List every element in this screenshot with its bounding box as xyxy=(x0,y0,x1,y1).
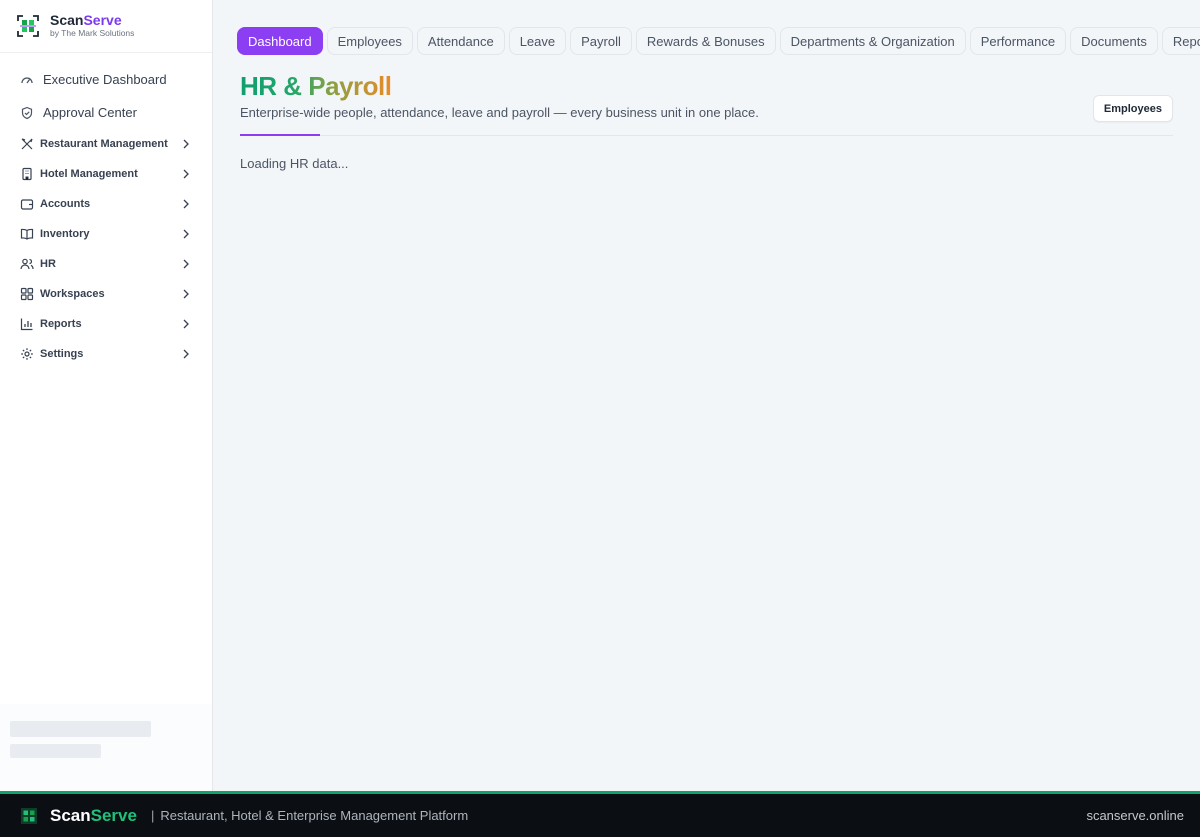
loading-text: Loading HR data... xyxy=(240,156,349,171)
grid-icon xyxy=(20,287,34,301)
footer-brand-name: ScanServe xyxy=(50,805,137,825)
tab-documents[interactable]: Documents xyxy=(1070,27,1158,55)
sidebar-item-approval-center[interactable]: Approval Center xyxy=(0,96,212,129)
sidebar-group-label: Settings xyxy=(40,348,84,360)
brand-name: ScanServe xyxy=(50,12,122,28)
shield-check-icon xyxy=(20,106,34,120)
header-divider xyxy=(240,135,1173,136)
footer-tagline: Restaurant, Hotel & Enterprise Managemen… xyxy=(160,808,469,823)
tab-departments-organization[interactable]: Departments & Organization xyxy=(779,27,966,55)
sidebar-group-label: Accounts xyxy=(40,198,91,210)
chevron-right-icon xyxy=(182,289,190,299)
sidebar-group-reports[interactable]: Reports xyxy=(0,309,212,339)
page-subtitle: Enterprise-wide people, attendance, leav… xyxy=(240,105,759,120)
tab-dashboard[interactable]: Dashboard xyxy=(237,27,323,55)
tab-leave[interactable]: Leave xyxy=(508,27,567,55)
sidebar-group-hr[interactable]: HR xyxy=(0,249,212,279)
main-content: Dashboard Employees Attendance Leave Pay… xyxy=(214,0,1200,791)
tab-rewards-bonuses[interactable]: Rewards & Bonuses xyxy=(635,27,776,55)
skeleton-line xyxy=(10,744,101,758)
footer-domain-link[interactable]: scanserve.online xyxy=(1086,808,1184,823)
sidebar-nav: Executive Dashboard Approval Center Rest… xyxy=(0,53,212,369)
module-tabs: Dashboard Employees Attendance Leave Pay… xyxy=(237,27,1200,55)
users-icon xyxy=(20,257,34,271)
sidebar-item-label: Approval Center xyxy=(43,105,137,120)
skeleton-line xyxy=(10,721,151,737)
chevron-right-icon xyxy=(182,229,190,239)
chevron-right-icon xyxy=(182,259,190,269)
building-icon xyxy=(20,167,34,181)
sidebar: ScanServe by The Mark Solutions Executiv… xyxy=(0,0,213,791)
bar-chart-icon xyxy=(20,317,34,331)
employees-button[interactable]: Employees xyxy=(1092,95,1173,122)
chevron-right-icon xyxy=(182,199,190,209)
scanserve-logo-icon xyxy=(21,807,37,824)
wallet-icon xyxy=(20,197,34,211)
app-footer: ScanServe | Restaurant, Hotel & Enterpri… xyxy=(0,791,1200,837)
brand-header[interactable]: ScanServe by The Mark Solutions xyxy=(0,0,212,53)
tab-reports[interactable]: Reports xyxy=(1161,27,1200,55)
footer-separator: | xyxy=(150,808,155,823)
sidebar-group-label: Workspaces xyxy=(40,288,105,300)
sidebar-group-label: Hotel Management xyxy=(40,168,138,180)
tab-performance[interactable]: Performance xyxy=(969,27,1067,55)
sidebar-group-workspaces[interactable]: Workspaces xyxy=(0,279,212,309)
sidebar-group-hotel-management[interactable]: Hotel Management xyxy=(0,159,212,189)
scanserve-logo-icon xyxy=(17,15,39,37)
sidebar-group-label: HR xyxy=(40,258,56,270)
chevron-right-icon xyxy=(182,319,190,329)
book-icon xyxy=(20,227,34,241)
chevron-right-icon xyxy=(182,349,190,359)
sidebar-group-accounts[interactable]: Accounts xyxy=(0,189,212,219)
chevron-right-icon xyxy=(182,139,190,149)
utensils-icon xyxy=(20,137,34,151)
sidebar-user-placeholder xyxy=(0,704,212,791)
tab-employees[interactable]: Employees xyxy=(326,27,413,55)
sidebar-item-executive-dashboard[interactable]: Executive Dashboard xyxy=(0,63,212,96)
page-title: HR & Payroll xyxy=(240,71,392,101)
tab-attendance[interactable]: Attendance xyxy=(416,27,505,55)
chevron-right-icon xyxy=(182,169,190,179)
header-divider-accent xyxy=(240,134,320,136)
sidebar-group-label: Inventory xyxy=(40,228,90,240)
sidebar-item-label: Executive Dashboard xyxy=(43,72,167,87)
tab-payroll[interactable]: Payroll xyxy=(570,27,632,55)
brand-subtitle: by The Mark Solutions xyxy=(50,28,135,38)
sidebar-group-settings[interactable]: Settings xyxy=(0,339,212,369)
sidebar-group-label: Reports xyxy=(40,318,82,330)
sidebar-group-inventory[interactable]: Inventory xyxy=(0,219,212,249)
gear-icon xyxy=(20,347,34,361)
sidebar-group-label: Restaurant Management xyxy=(40,138,168,150)
sidebar-group-restaurant-management[interactable]: Restaurant Management xyxy=(0,129,212,159)
gauge-icon xyxy=(20,73,34,87)
